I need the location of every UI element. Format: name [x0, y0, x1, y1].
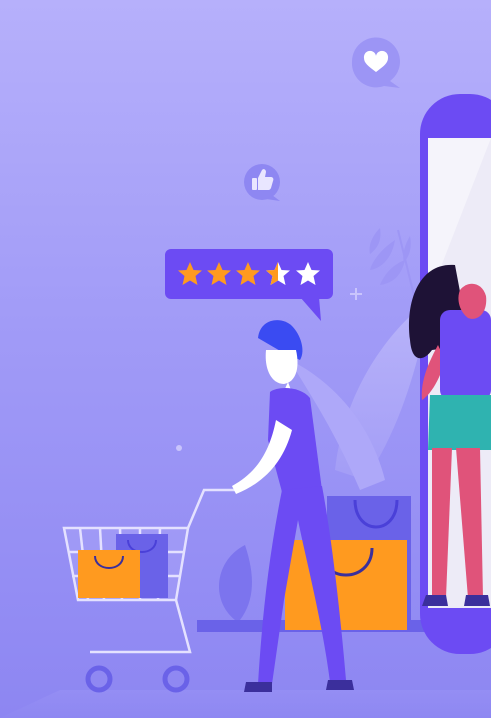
thumbs-up-bubble: [244, 164, 280, 201]
illustration-canvas: [0, 37, 491, 718]
shopping-illustration: [0, 0, 491, 718]
cart-bag-orange: [78, 550, 140, 598]
decor-dot: [176, 445, 182, 451]
cart-wheels: [85, 665, 190, 693]
shopping-bag-icon: [285, 540, 407, 630]
plus-icon: [350, 288, 362, 300]
rating-bubble: [165, 249, 333, 321]
floor-shadow: [0, 690, 491, 718]
heart-bubble: [351, 37, 400, 88]
